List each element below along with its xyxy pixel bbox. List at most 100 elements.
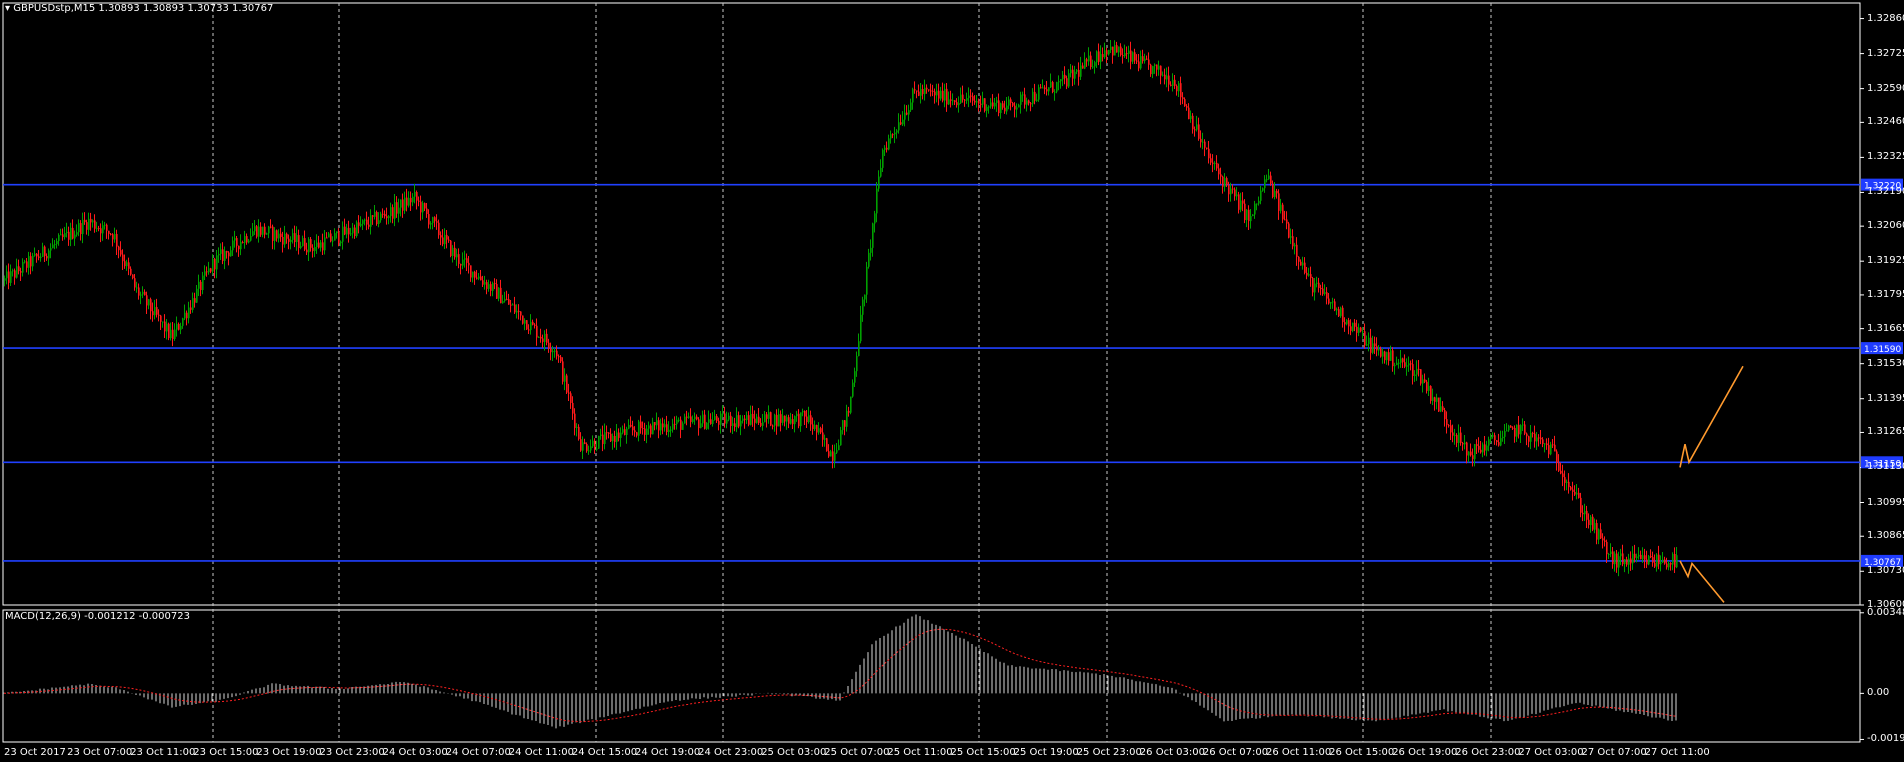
candle-body <box>1308 274 1310 276</box>
level-price-tag-text: 1.31590 <box>1864 345 1901 355</box>
candle-body <box>250 235 252 241</box>
candle-body <box>474 271 476 278</box>
candle-body <box>510 304 512 306</box>
candle-body <box>102 225 104 234</box>
symbol-header[interactable]: ▾ GBPUSDstp,M15 1.30893 1.30893 1.30733 … <box>5 3 273 15</box>
candle-body <box>368 224 370 227</box>
candle-body <box>304 238 306 250</box>
candle-body <box>84 219 86 223</box>
candle-body <box>1476 444 1478 446</box>
candle-body <box>640 421 642 429</box>
candle-body <box>184 312 186 319</box>
candle-body <box>332 240 334 242</box>
candle-body <box>60 234 62 236</box>
candle-body <box>1024 94 1026 105</box>
candle-body <box>1074 71 1076 79</box>
candle-body <box>516 310 518 313</box>
candle-body <box>1428 385 1430 391</box>
candle-body <box>1032 91 1034 104</box>
candle-body <box>894 132 896 135</box>
candle-body <box>468 262 470 266</box>
candle-body <box>722 413 724 415</box>
candle-body <box>632 426 634 431</box>
forecast-zigzags[interactable] <box>1679 365 1744 603</box>
candle-body <box>266 233 268 235</box>
macd-signal-polyline <box>3 628 1677 723</box>
candle-body <box>312 247 314 252</box>
price-tick-label: 1.31130 <box>1867 461 1904 473</box>
candle-body <box>1142 56 1144 62</box>
candle-body <box>356 222 358 237</box>
candle-body <box>1110 46 1112 50</box>
candle-body <box>344 226 346 235</box>
candle-body <box>826 438 828 452</box>
candle-body <box>298 235 300 249</box>
candle-body <box>466 258 468 263</box>
time-tick-label: 24 Oct 07:00 <box>445 747 511 758</box>
candle-body <box>1412 364 1414 376</box>
candle-body <box>1316 282 1318 284</box>
candle-body <box>158 314 160 316</box>
candle-body <box>762 422 764 426</box>
time-tick-label: 25 Oct 19:00 <box>1013 747 1079 758</box>
candle-body <box>986 106 988 111</box>
time-tick-label: 26 Oct 07:00 <box>1202 747 1269 758</box>
candle-body <box>1170 84 1172 87</box>
candle-body <box>1082 65 1084 69</box>
candle-body <box>900 122 902 125</box>
candle-body <box>350 233 352 235</box>
candle-body <box>874 213 876 224</box>
candle-body <box>776 414 778 427</box>
candle-body <box>1126 53 1128 55</box>
candle-body <box>1210 158 1212 163</box>
candle-body <box>454 247 456 258</box>
dropdown-triangle-icon[interactable]: ▾ <box>5 3 10 14</box>
candle-body <box>738 415 740 427</box>
candle-body <box>1246 209 1248 221</box>
candle-body <box>882 149 884 168</box>
candle-body <box>52 244 54 249</box>
candle-body <box>504 298 506 302</box>
candle-body <box>1580 497 1582 513</box>
candle-body <box>740 420 742 427</box>
time-tick-label: 27 Oct 03:00 <box>1518 747 1584 758</box>
candle-body <box>128 262 130 269</box>
candle-body <box>1572 489 1574 492</box>
candle-body <box>1590 516 1592 526</box>
candle-body <box>1618 556 1620 568</box>
candle-body <box>1410 363 1412 365</box>
candle-body <box>1144 58 1146 62</box>
candle-body <box>274 230 276 241</box>
candle-body <box>958 102 960 106</box>
candle-body <box>306 249 308 253</box>
time-tick-label: 25 Oct 03:00 <box>761 747 827 758</box>
candle-body <box>36 253 38 257</box>
candle-body <box>618 432 620 438</box>
candle-body <box>1168 75 1170 85</box>
candle-body <box>1662 559 1664 563</box>
candle-body <box>768 412 770 419</box>
candle-body <box>724 413 726 424</box>
candle-body <box>780 414 782 423</box>
candle-body <box>624 429 626 435</box>
candle-body <box>334 233 336 241</box>
candle-body <box>680 419 682 430</box>
candle-body <box>636 432 638 436</box>
candle-body <box>144 291 146 296</box>
candle-body <box>362 220 364 224</box>
chart-canvas[interactable]: 1.322201.315901.311501.30767 <box>0 0 1904 762</box>
candle-body <box>452 247 454 256</box>
candle-body <box>694 416 696 420</box>
candle-body <box>384 214 386 217</box>
candle-body <box>988 106 990 108</box>
candle-body <box>842 420 844 431</box>
candle-body <box>1524 424 1526 434</box>
candle-body <box>1432 397 1434 401</box>
candle-body <box>976 101 978 103</box>
candle-body <box>1612 551 1614 565</box>
candle-body <box>984 98 986 111</box>
candle-body <box>446 234 448 240</box>
candle-body <box>718 420 720 425</box>
candle-body <box>82 219 84 235</box>
candle-body <box>342 226 344 242</box>
